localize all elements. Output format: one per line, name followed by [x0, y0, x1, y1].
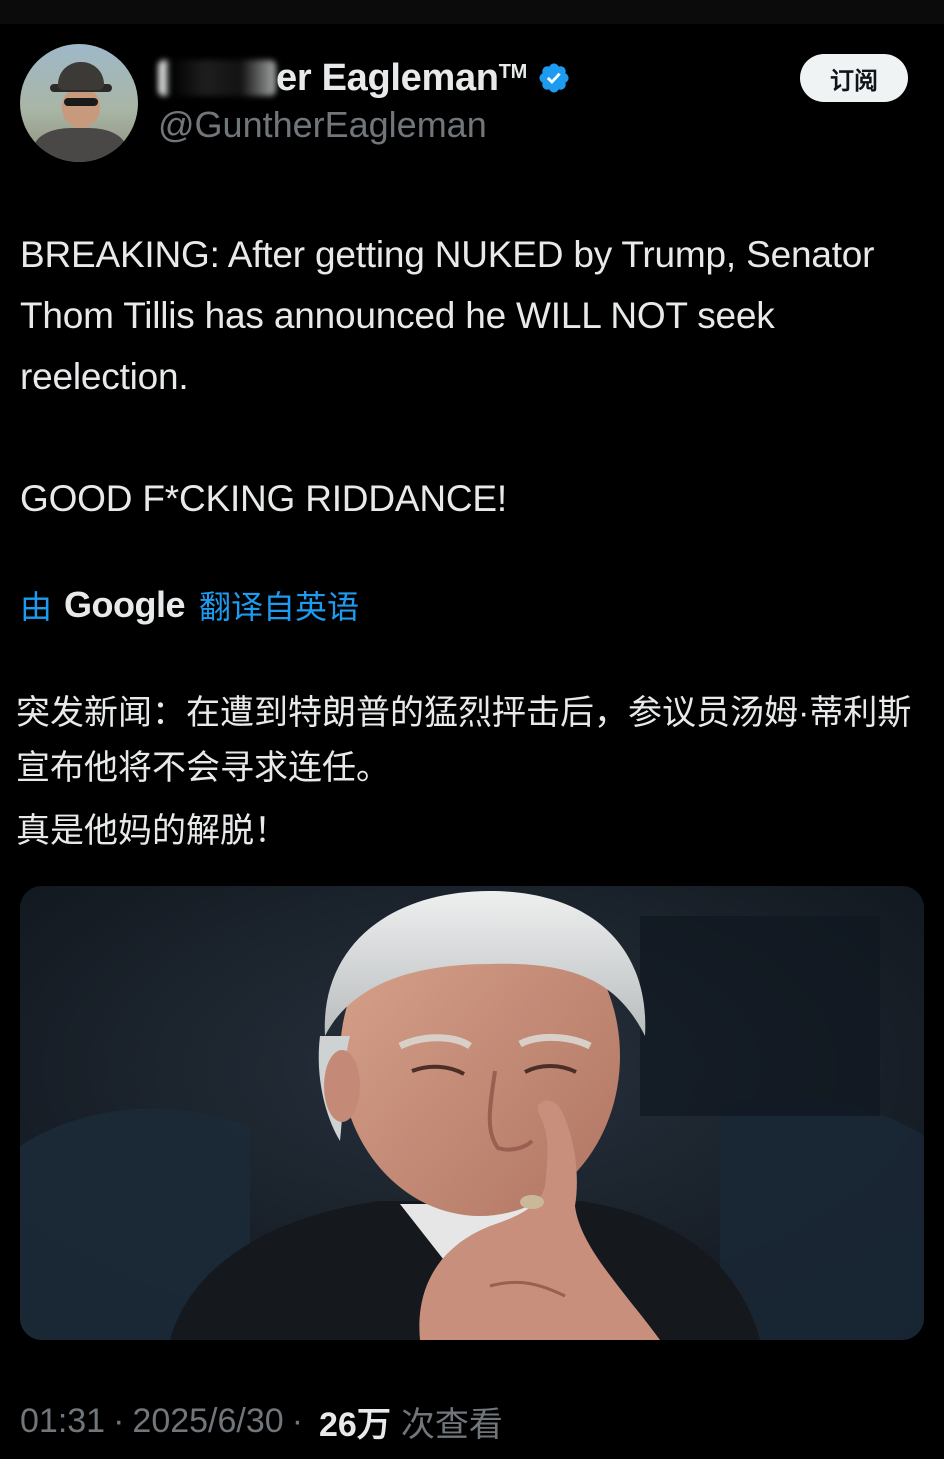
avatar-face — [62, 88, 100, 128]
display-name-text: er Eagleman — [276, 56, 499, 99]
views-label: 次查看 — [400, 1405, 503, 1444]
translation-source-language: 翻译自英语 — [199, 589, 360, 625]
avatar-cap — [58, 62, 104, 90]
tweet-paragraph: BREAKING: After getting NUKED by Trump, … — [20, 234, 884, 397]
senator-photo-illustration — [20, 886, 924, 1340]
tweet-date[interactable]: 2025/6/30 — [132, 1402, 283, 1441]
separator-dot: · — [291, 1401, 304, 1440]
redacted-name-part — [158, 58, 276, 98]
translation-prefix: 由 — [20, 589, 53, 625]
translation-attribution[interactable]: 由 Google 翻译自英语 — [20, 580, 359, 630]
avatar-sunglasses — [64, 98, 98, 106]
trademark-mark: TM — [498, 60, 528, 83]
avatar-shirt — [34, 128, 126, 162]
user-handle[interactable]: @GuntherEagleman — [158, 104, 487, 146]
tweet-metadata: 01:31 · 2025/6/30 · 26万 次查看 — [20, 1396, 503, 1446]
avatar[interactable] — [20, 44, 138, 162]
separator-dot: · — [113, 1401, 125, 1440]
display-name[interactable]: er Eagleman TM — [158, 56, 571, 100]
tweet-paragraph: GOOD F*CKING RIDDANCE! — [20, 478, 507, 519]
name-blur — [158, 60, 276, 96]
tweet-text: BREAKING: After getting NUKED by Trump, … — [20, 224, 920, 529]
views-count[interactable]: 26万 — [319, 1397, 391, 1446]
status-bar-strip — [0, 0, 944, 24]
tweet-card: er Eagleman TM @GuntherEagleman 订阅 BREAKI… — [0, 24, 944, 1459]
tweet-photo[interactable] — [20, 886, 924, 1340]
translated-paragraph: 真是他妈的解脱！ — [16, 812, 288, 850]
verified-badge-icon — [539, 63, 569, 93]
tweet-time[interactable]: 01:31 — [20, 1402, 105, 1441]
subscribe-button[interactable]: 订阅 — [800, 54, 908, 102]
google-logo: Google — [64, 584, 186, 625]
translated-text: 突发新闻：在遭到特朗普的猛烈抨击后，参议员汤姆·蒂利斯宣布他将不会寻求连任。 真… — [16, 686, 926, 859]
translated-paragraph: 突发新闻：在遭到特朗普的猛烈抨击后，参议员汤姆·蒂利斯宣布他将不会寻求连任。 — [16, 694, 912, 787]
